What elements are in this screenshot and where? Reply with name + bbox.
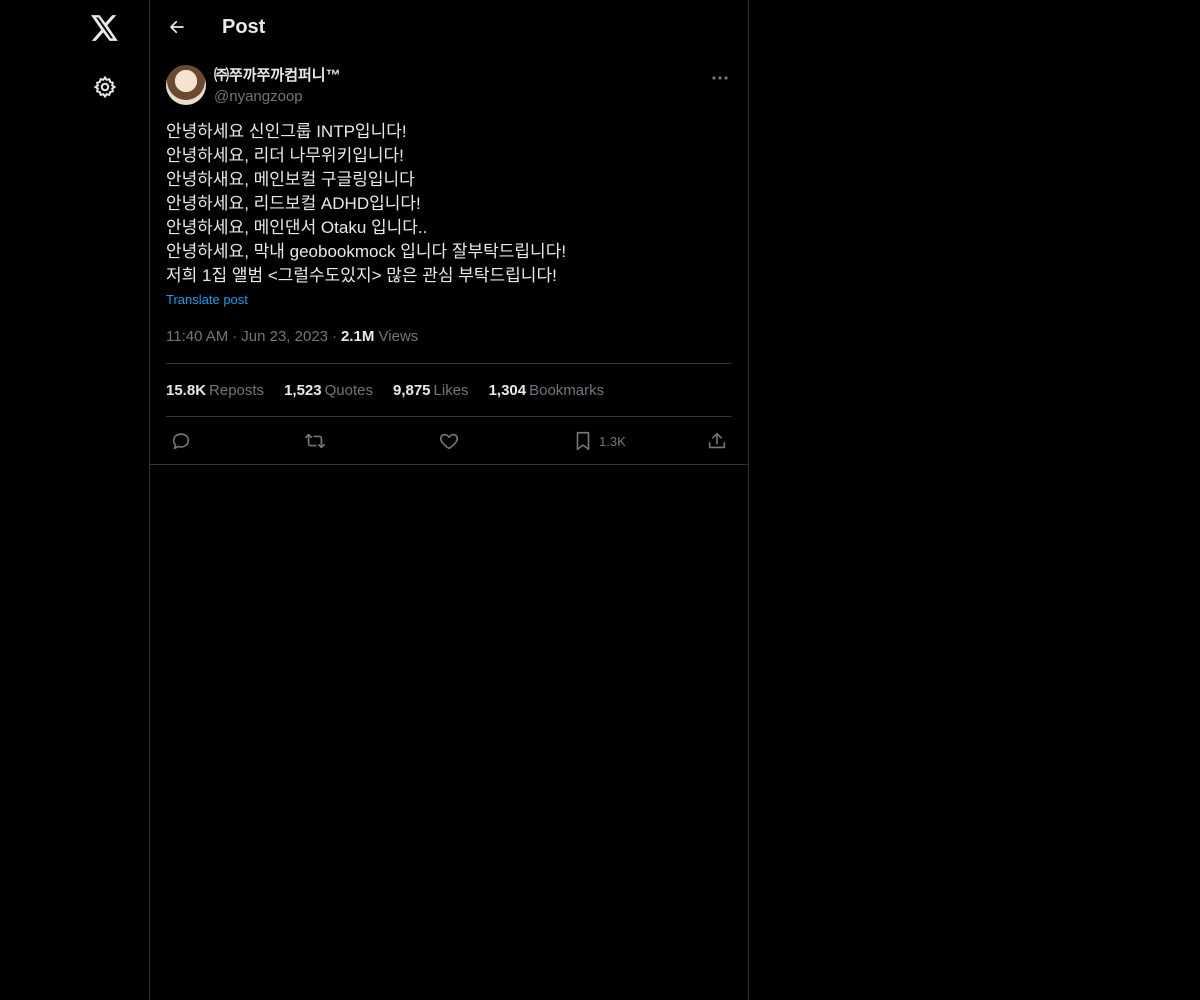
share-icon xyxy=(708,432,726,449)
bookmark-button[interactable]: 1.3K xyxy=(573,429,626,453)
post-text-line: 안녕하새요, 메인보컬 구글링입니다 xyxy=(166,170,415,189)
post-time[interactable]: 11:40 AM xyxy=(166,328,228,345)
more-button[interactable] xyxy=(708,68,732,88)
back-button[interactable] xyxy=(164,14,190,40)
post-text-line: 안녕하세요, 리드보컬 ADHD입니다! xyxy=(166,194,421,213)
reposts-label: Reposts xyxy=(209,381,265,399)
bookmark-count: 1.3K xyxy=(599,433,626,449)
likes-label: Likes xyxy=(433,381,469,399)
heart-icon xyxy=(439,433,459,450)
main-column: Post ㈜쭈까쭈까컴퍼니™ @nyangzoop 안녕하세요 신인그룹 INT… xyxy=(150,0,749,1000)
post-meta: 11:40 AM · Jun 23, 2023 · 2.1M Views xyxy=(166,325,732,364)
repost-icon xyxy=(305,433,325,449)
bookmark-icon xyxy=(576,431,590,451)
reply-button[interactable] xyxy=(170,429,192,453)
page-title: Post xyxy=(222,16,266,38)
quotes-stat[interactable]: 1,523 Quotes xyxy=(284,382,373,399)
post: ㈜쭈까쭈까컴퍼니™ @nyangzoop 안녕하세요 신인그룹 INTP입니다!… xyxy=(150,64,748,465)
header: Post xyxy=(150,0,748,54)
post-text-line: 안녕하세요, 막내 geobookmock 입니다 잘부탁드립니다! xyxy=(166,242,567,261)
x-logo-icon[interactable] xyxy=(89,12,121,44)
post-text-line: 안녕하세요 신인그룹 INTP입니다! xyxy=(166,122,407,141)
post-text-line: 저희 1집 앨범 <그럴수도있지> 많은 관심 부탁드립니다! xyxy=(166,266,557,285)
post-text: 안녕하세요 신인그룹 INTP입니다! 안녕하세요, 리더 나무위키입니다! 안… xyxy=(166,120,732,288)
post-stats: 15.8K Reposts 1,523 Quotes 9,875 Likes 1,30… xyxy=(166,364,732,417)
likes-count: 9,875 xyxy=(392,381,431,399)
arrow-left-icon xyxy=(170,20,184,34)
page: Post ㈜쭈까쭈까컴퍼니™ @nyangzoop 안녕하세요 신인그룹 INT… xyxy=(0,0,1200,1000)
reposts-count: 15.8K xyxy=(166,381,207,399)
post-text-line: 안녕하세요, 메인댄서 Otaku 입니다.. xyxy=(166,218,428,237)
avatar[interactable] xyxy=(166,65,206,105)
reposts-stat[interactable]: 15.8K Reposts xyxy=(166,382,264,399)
author-row: ㈜쭈까쭈까컴퍼니™ @nyangzoop xyxy=(166,64,732,116)
bookmarks-count: 1,304 xyxy=(488,381,527,399)
like-button[interactable] xyxy=(438,429,460,453)
display-name[interactable]: ㈜쭈까쭈까컴퍼니™ xyxy=(214,66,341,86)
views-count: 2.1M xyxy=(341,328,375,345)
handle[interactable]: @nyangzoop xyxy=(214,87,303,107)
views-label: Views xyxy=(378,328,419,345)
left-nav xyxy=(0,0,150,1000)
post-date[interactable]: Jun 23, 2023 xyxy=(241,328,328,345)
quotes-label: Quotes xyxy=(324,381,373,399)
reply-icon xyxy=(172,433,190,450)
bookmarks-stat[interactable]: 1,304 Bookmarks xyxy=(489,382,605,399)
post-actions: 1.3K xyxy=(150,417,748,465)
post-text-line: 안녕하세요, 리더 나무위키입니다! xyxy=(166,146,404,165)
bookmarks-label: Bookmarks xyxy=(529,381,605,399)
quotes-count: 1,523 xyxy=(284,381,322,399)
likes-stat[interactable]: 9,875 Likes xyxy=(393,382,469,399)
more-icon xyxy=(712,76,728,80)
gear-icon[interactable] xyxy=(91,73,119,101)
translate-post-link[interactable]: Translate post xyxy=(166,289,248,311)
share-button[interactable] xyxy=(706,429,728,453)
repost-button[interactable] xyxy=(303,429,327,453)
